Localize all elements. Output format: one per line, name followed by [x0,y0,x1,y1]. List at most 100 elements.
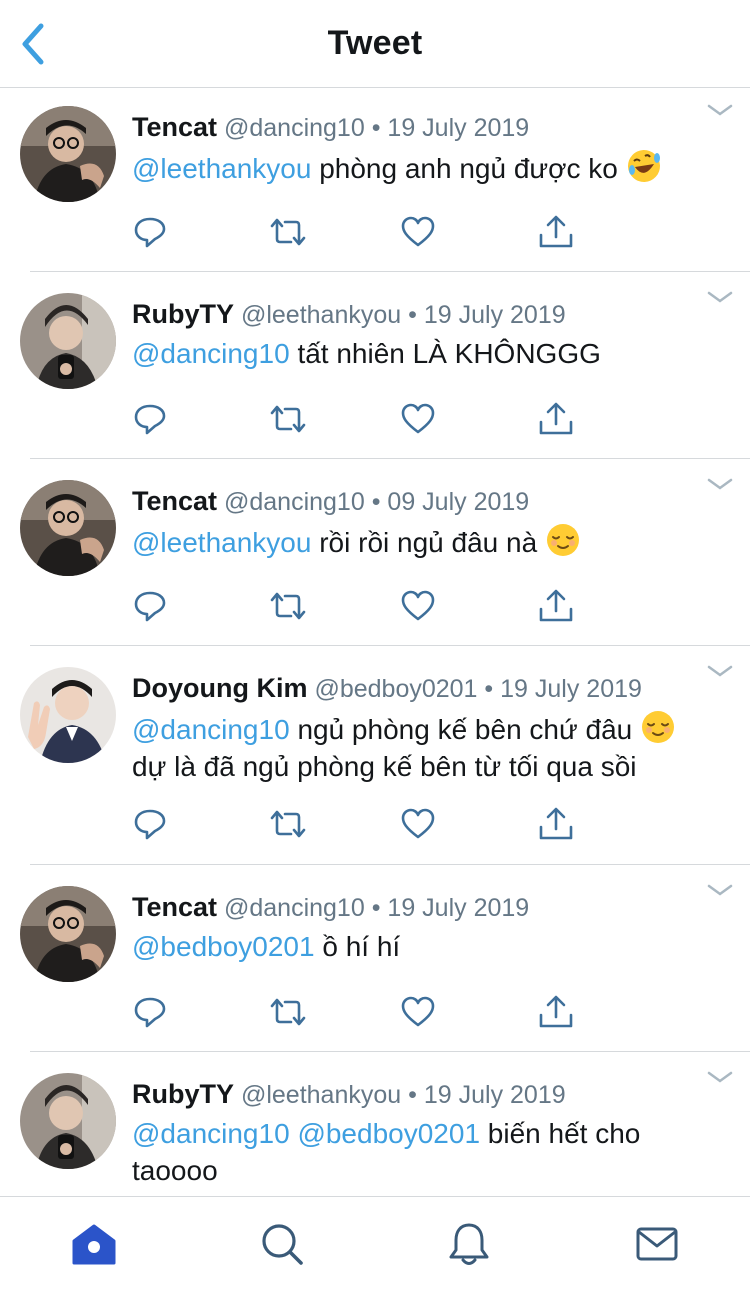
mention-link[interactable]: @dancing10 [132,338,290,369]
display-name[interactable]: RubyTY [132,1079,234,1109]
retweet-icon [270,998,306,1026]
chevron-down-icon[interactable] [706,289,734,305]
like-button[interactable] [398,992,438,1032]
share-icon [539,807,573,840]
retweet-button[interactable] [268,399,308,439]
like-button[interactable] [398,212,438,252]
mention-link[interactable]: @dancing10 [132,1118,290,1149]
retweet-button[interactable] [268,586,308,626]
share-button[interactable] [536,399,576,439]
home-icon [72,1224,116,1265]
avatar[interactable] [20,293,116,389]
avatar[interactable] [20,667,116,763]
tweet-text: @dancing10 ngủ phòng kế bên chứ đâu dự l… [132,709,720,785]
search-icon [262,1224,303,1265]
share-button[interactable] [536,586,576,626]
tweet-date: 19 July 2019 [423,1081,566,1109]
tweet-text: @bedboy0201 ồ hí hí [132,928,720,965]
retweet-button[interactable] [268,804,308,844]
reply-button[interactable] [130,992,170,1032]
display-name[interactable]: Tencat [132,486,217,516]
mention-link[interactable]: @bedboy0201 [297,1118,480,1149]
avatar-photo [20,886,116,982]
user-handle[interactable]: @bedboy0201 [314,675,477,703]
tweet-item[interactable]: Doyoung Kim @bedboy0201 • 19 July 2019 @… [0,646,750,865]
display-name[interactable]: Doyoung Kim [132,673,308,703]
tweet-header: Tencat @dancing10 • 09 July 2019 [132,486,710,517]
tweet-item[interactable]: RubyTY @leethankyou • 19 July 2019 @danc… [0,272,750,459]
avatar[interactable] [20,106,116,202]
user-handle[interactable]: @dancing10 [224,894,365,922]
display-name[interactable]: RubyTY [132,299,234,329]
user-handle[interactable]: @leethankyou [241,1081,401,1109]
chevron-down-icon[interactable] [706,882,734,898]
like-icon [401,808,435,839]
share-button[interactable] [536,804,576,844]
like-icon [401,590,435,621]
mention-link[interactable]: @bedboy0201 [132,931,315,962]
mention-link[interactable]: @dancing10 [132,714,290,745]
tweet-text-content: tất nhiên LÀ KHÔNGGG [297,338,601,369]
chevron-down-icon[interactable] [706,1069,734,1085]
tweet-text-content: ngủ phòng kế bên chứ đâu [297,714,633,745]
avatar-photo [20,293,116,389]
mention-link[interactable]: @leethankyou [132,527,311,558]
reply-button[interactable] [130,212,170,252]
rolling-laughing-emoji [627,150,660,182]
meta-separator: • [408,301,417,329]
user-handle[interactable]: @dancing10 [224,488,365,516]
tweet-item[interactable]: Tencat @dancing10 • 19 July 2019 @leetha… [0,89,750,272]
tweet-text-content: biến hết cho [487,1118,641,1149]
like-button[interactable] [398,804,438,844]
like-icon [401,996,435,1027]
display-name[interactable]: Tencat [132,892,217,922]
avatar-photo [20,106,116,202]
top-bar: Tweet [0,0,750,88]
tweet-header: Tencat @dancing10 • 19 July 2019 [132,112,710,143]
tab-search[interactable] [257,1219,307,1269]
avatar-photo [20,1073,116,1169]
mention-link[interactable]: @leethankyou [132,153,311,184]
reply-button[interactable] [130,586,170,626]
avatar[interactable] [20,480,116,576]
tweet-header: Tencat @dancing10 • 19 July 2019 [132,892,710,923]
reply-button[interactable] [130,399,170,439]
tweet-item[interactable]: RubyTY @leethankyou • 19 July 2019 @danc… [0,1052,750,1202]
avatar[interactable] [20,886,116,982]
tab-home[interactable] [69,1219,119,1269]
tweet-text: @dancing10 @bedboy0201 biến hết cho taoo… [132,1115,720,1189]
avatar[interactable] [20,1073,116,1169]
share-icon [539,215,573,248]
reply-button[interactable] [130,804,170,844]
retweet-button[interactable] [268,212,308,252]
chevron-down-icon[interactable] [706,476,734,492]
meta-separator: • [408,1081,417,1109]
tweet-text-line-2: taoooo [132,1155,218,1186]
retweet-button[interactable] [268,992,308,1032]
like-button[interactable] [398,399,438,439]
tweet-date: 09 July 2019 [387,488,530,516]
reply-icon [134,997,166,1028]
tweet-item[interactable]: Tencat @dancing10 • 19 July 2019 @bedboy… [0,865,750,1052]
tweet-thread-screen: Tweet Tencat @dancing10 • 19 July 2019 @… [0,0,750,1293]
tweet-text: @leethankyou phòng anh ngủ được ko [132,148,720,187]
tweet-text: @dancing10 tất nhiên LÀ KHÔNGGG [132,335,720,372]
share-button[interactable] [536,212,576,252]
tweet-text-content: phòng anh ngủ được ko [319,153,618,184]
meta-separator: • [371,488,381,516]
tab-messages[interactable] [632,1219,682,1269]
share-button[interactable] [536,992,576,1032]
user-handle[interactable]: @dancing10 [224,114,365,142]
chevron-down-icon[interactable] [706,102,734,118]
reply-icon [134,591,166,622]
chevron-down-icon[interactable] [706,663,734,679]
tweet-item[interactable]: Tencat @dancing10 • 09 July 2019 @leetha… [0,459,750,646]
avatar-photo [20,667,116,763]
share-icon [539,589,573,622]
tweet-date: 19 July 2019 [500,675,642,703]
display-name[interactable]: Tencat [132,112,217,142]
like-button[interactable] [398,586,438,626]
tab-notifications[interactable] [444,1219,494,1269]
tweet-header: Doyoung Kim @bedboy0201 • 19 July 2019 [132,673,710,704]
user-handle[interactable]: @leethankyou [241,301,401,329]
